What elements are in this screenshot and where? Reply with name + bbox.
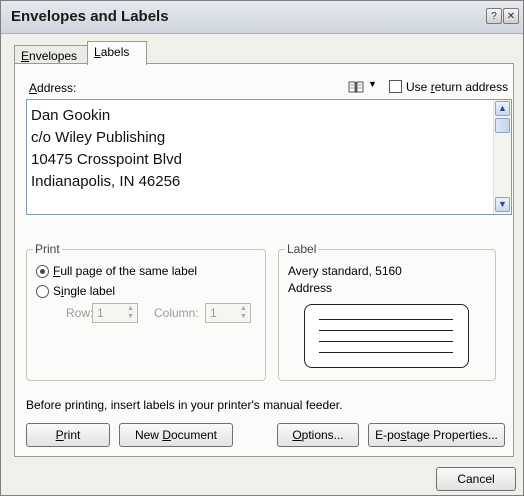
tab-envelopes[interactable]: Envelopes [14, 45, 88, 64]
envelopes-and-labels-dialog: Envelopes and Labels ? ✕ Envelopes Label… [0, 0, 524, 496]
scroll-down-icon[interactable]: ▼ [495, 197, 510, 212]
address-scrollbar[interactable]: ▲ ▼ [493, 100, 511, 214]
spinner-arrows-icon[interactable]: ▲ ▼ [125, 305, 136, 321]
row-label: Row: [66, 306, 94, 320]
address-textarea[interactable]: Dan Gookin c/o Wiley Publishing 10475 Cr… [26, 99, 512, 215]
label-line [319, 352, 453, 353]
print-group-legend: Print [33, 242, 62, 256]
tab-labels[interactable]: Labels [87, 41, 147, 65]
single-label-radio[interactable] [36, 285, 49, 298]
address-book-dropdown-icon[interactable]: ▼ [368, 79, 377, 89]
use-return-address-checkbox[interactable] [389, 80, 402, 93]
close-button[interactable]: ✕ [503, 8, 519, 24]
epostage-properties-button[interactable]: E-postage Properties... [368, 423, 505, 447]
label-line [319, 341, 453, 342]
label-preview-image[interactable] [304, 304, 469, 368]
row-spinner[interactable]: 1 ▲ ▼ [92, 303, 138, 323]
feeder-note: Before printing, insert labels in your p… [26, 398, 343, 412]
address-line: Indianapolis, IN 46256 [31, 173, 181, 190]
label-type[interactable]: Address [288, 281, 332, 295]
address-label: Address: [29, 81, 77, 95]
address-line: 10475 Crosspoint Blvd [31, 151, 182, 168]
title-bar: Envelopes and Labels ? ✕ [1, 1, 523, 34]
label-group-legend: Label [285, 242, 319, 256]
scroll-thumb[interactable] [495, 118, 510, 133]
cancel-button[interactable]: Cancel [436, 467, 516, 491]
label-product[interactable]: Avery standard, 5160 [288, 264, 402, 278]
full-page-label[interactable]: Full page of the same label [53, 264, 197, 278]
use-return-address-label[interactable]: Use return address [406, 80, 508, 94]
spinner-arrows-icon[interactable]: ▲ ▼ [238, 305, 249, 321]
address-line: c/o Wiley Publishing [31, 129, 166, 146]
print-button[interactable]: Print [26, 423, 110, 447]
label-line [319, 330, 453, 331]
new-document-button[interactable]: New Document [119, 423, 233, 447]
address-book-icon[interactable] [348, 80, 364, 94]
single-label-label[interactable]: Single label [53, 284, 115, 298]
column-label: Column: [154, 306, 199, 320]
column-spinner[interactable]: 1 ▲ ▼ [205, 303, 251, 323]
scroll-up-icon[interactable]: ▲ [495, 101, 510, 116]
address-line: Dan Gookin [31, 107, 111, 124]
options-button[interactable]: Options... [277, 423, 359, 447]
dialog-title: Envelopes and Labels [11, 8, 169, 25]
label-line [319, 319, 453, 320]
help-button[interactable]: ? [486, 8, 502, 24]
full-page-radio[interactable] [36, 265, 49, 278]
